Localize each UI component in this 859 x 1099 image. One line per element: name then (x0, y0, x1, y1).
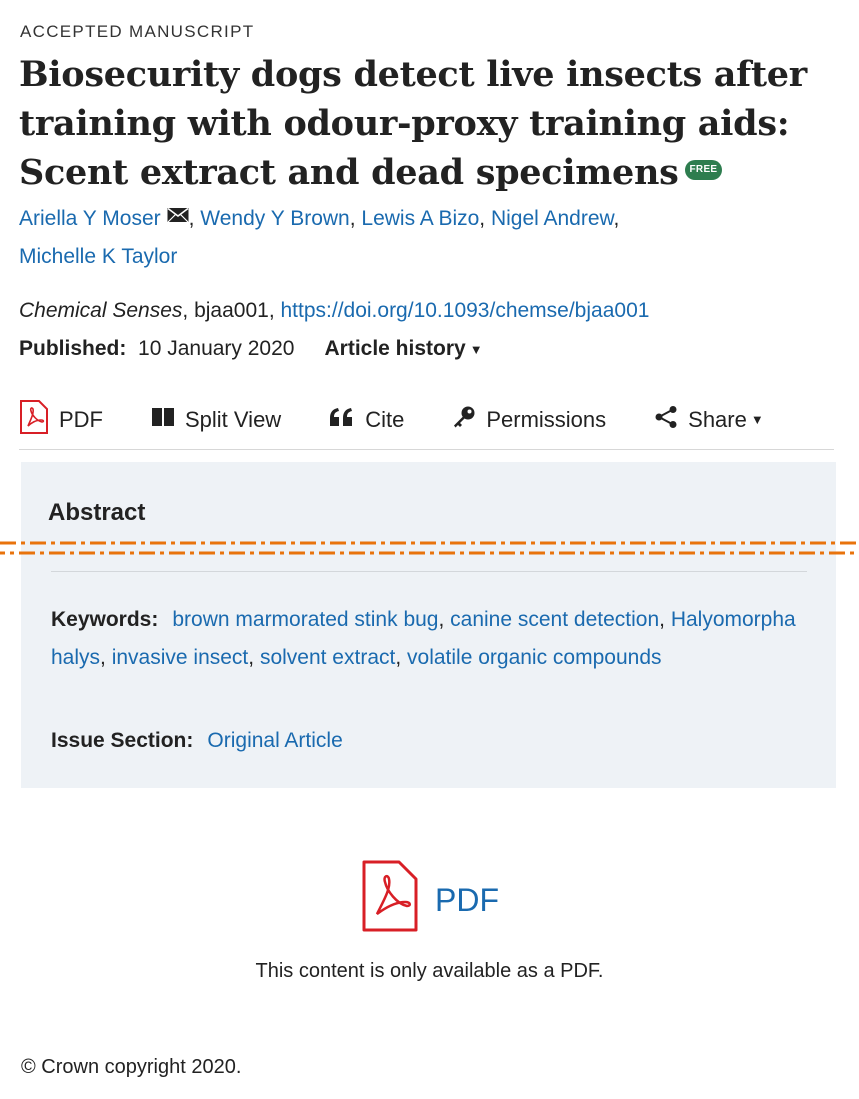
article-history-toggle[interactable]: Article history ▼ (324, 337, 482, 360)
free-badge: FREE (684, 159, 723, 180)
key-icon (452, 405, 486, 435)
keyword-link[interactable]: invasive insect (112, 646, 249, 669)
status-label: ACCEPTED MANUSCRIPT (20, 22, 255, 41)
doi-link[interactable]: https://doi.org/10.1093/chemse/bjaa001 (281, 299, 650, 322)
split-view-icon (151, 407, 185, 433)
envelope-icon[interactable] (167, 198, 189, 236)
pdf-icon (361, 859, 419, 938)
split-view-label: Split View (185, 407, 282, 432)
published-date: 10 January 2020 (138, 337, 295, 360)
pdf-icon (19, 399, 59, 441)
permissions-button[interactable]: Permissions (452, 398, 606, 442)
pdf-download-link[interactable]: PDF (361, 859, 499, 938)
issue-section-label: Issue Section: (51, 729, 194, 752)
cite-button[interactable]: Cite (329, 398, 404, 442)
keyword-link[interactable]: canine scent detection (450, 608, 659, 631)
quote-icon (329, 407, 365, 433)
article-toolbar: PDF Split View Cite Permissions Share ▼ (19, 398, 834, 450)
share-label: Share (688, 407, 747, 432)
author-link[interactable]: Lewis A Bizo (361, 207, 479, 230)
pdf-link-text: PDF (435, 882, 499, 918)
journal-name: Chemical Senses (19, 299, 183, 322)
caret-down-icon: ▼ (469, 342, 483, 357)
pdf-button-label: PDF (59, 407, 103, 432)
keyword-link[interactable]: brown marmorated stink bug (172, 608, 438, 631)
abstract-section: Abstract Keywords: brown marmorated stink… (21, 462, 836, 788)
article-history-label: Article history (324, 337, 466, 360)
keyword-link[interactable]: volatile organic com­pounds (407, 646, 661, 669)
author-link[interactable]: Wendy Y Brown (200, 207, 349, 230)
keywords-label: Keywords: (51, 608, 159, 631)
cite-label: Cite (365, 407, 405, 432)
split-view-button[interactable]: Split View (151, 398, 281, 442)
pdf-button[interactable]: PDF (19, 398, 103, 442)
article-title: Biosecurity dogs detect live insects aft… (19, 50, 819, 197)
permissions-label: Permissions (486, 407, 607, 432)
author-link[interactable]: Michelle K Taylor (19, 245, 177, 268)
dashed-divider (0, 541, 859, 555)
published-line: Published: 10 January 2020 Article histor… (19, 334, 483, 366)
caret-down-icon: ▼ (750, 411, 764, 427)
keywords-list: Keywords: brown marmorated stink bug, can… (51, 608, 796, 669)
share-icon (654, 405, 688, 435)
pdf-only-note: This content is only available as a PDF. (255, 960, 604, 982)
copyright-notice: © Crown copyright 2020. (21, 1056, 242, 1078)
issue-section-line: Issue Section: Original Article (51, 726, 343, 756)
abstract-heading: Abstract (48, 499, 146, 526)
author-list: Ariella Y Moser, Wendy Y Brown, Lewis A … (19, 200, 739, 276)
share-button[interactable]: Share ▼ (654, 398, 764, 442)
article-id: , bjaa001, (182, 299, 281, 322)
keyword-link[interactable]: solvent extract (260, 646, 395, 669)
abstract-divider (51, 571, 807, 572)
citation-line: Chemical Senses, bjaa001, https://doi.or… (19, 296, 649, 326)
published-label: Published: (19, 337, 127, 360)
author-link[interactable]: Nigel Andrew (491, 207, 614, 230)
author-link[interactable]: Ariella Y Moser (19, 207, 161, 230)
issue-section-link[interactable]: Original Article (207, 729, 342, 752)
